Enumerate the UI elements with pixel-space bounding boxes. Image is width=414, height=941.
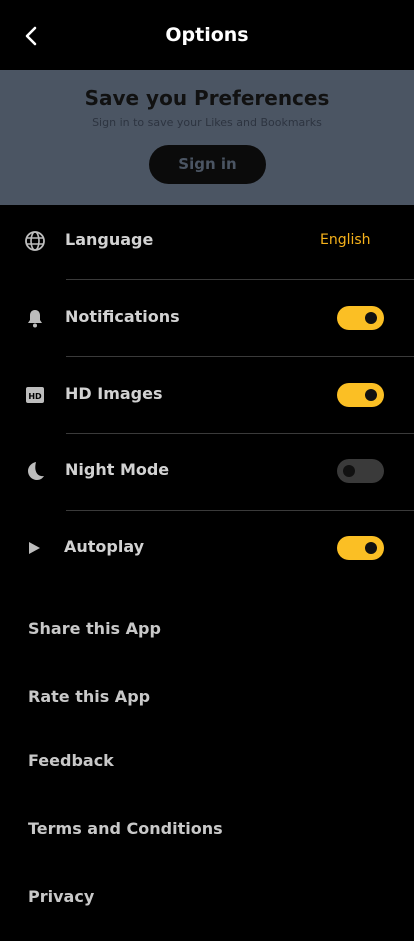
signin-banner: Save you Preferences Sign in to save you… bbox=[0, 70, 414, 205]
divider bbox=[66, 356, 414, 357]
setting-row-language[interactable]: Language English bbox=[0, 211, 414, 271]
toggle-knob bbox=[365, 542, 377, 554]
link-terms[interactable]: Terms and Conditions bbox=[28, 819, 223, 838]
setting-row-night-mode: Night Mode bbox=[0, 441, 414, 501]
globe-icon bbox=[25, 231, 45, 251]
signin-button[interactable]: Sign in bbox=[149, 145, 266, 184]
svg-text:HD: HD bbox=[28, 392, 42, 401]
setting-row-hd-images: HD HD Images bbox=[0, 365, 414, 425]
link-feedback[interactable]: Feedback bbox=[28, 751, 114, 770]
divider bbox=[66, 433, 414, 434]
moon-icon bbox=[28, 462, 44, 480]
play-icon bbox=[29, 542, 40, 554]
setting-label-hd-images: HD Images bbox=[65, 384, 163, 403]
hd-images-toggle[interactable] bbox=[337, 383, 384, 407]
divider bbox=[66, 279, 414, 280]
link-share-app[interactable]: Share this App bbox=[28, 619, 161, 638]
setting-label-notifications: Notifications bbox=[65, 307, 180, 326]
setting-row-autoplay: Autoplay bbox=[0, 518, 414, 578]
top-bar: Options bbox=[0, 0, 414, 70]
autoplay-toggle[interactable] bbox=[337, 536, 384, 560]
setting-label-night-mode: Night Mode bbox=[65, 460, 170, 479]
bell-icon bbox=[28, 310, 42, 328]
night-mode-toggle[interactable] bbox=[337, 459, 384, 483]
toggle-knob bbox=[365, 389, 377, 401]
link-privacy[interactable]: Privacy bbox=[28, 887, 94, 906]
banner-title: Save you Preferences bbox=[84, 86, 330, 110]
notifications-toggle[interactable] bbox=[337, 306, 384, 330]
divider bbox=[66, 510, 414, 511]
banner-subtitle: Sign in to save your Likes and Bookmarks bbox=[92, 116, 322, 129]
page-title: Options bbox=[165, 24, 249, 46]
setting-row-notifications: Notifications bbox=[0, 288, 414, 348]
toggle-knob bbox=[343, 465, 355, 477]
setting-label-language: Language bbox=[65, 230, 154, 249]
language-value: English bbox=[320, 232, 371, 248]
hd-icon: HD bbox=[26, 387, 44, 403]
setting-label-autoplay: Autoplay bbox=[64, 537, 145, 556]
toggle-knob bbox=[365, 312, 377, 324]
link-rate-app[interactable]: Rate this App bbox=[28, 687, 150, 706]
